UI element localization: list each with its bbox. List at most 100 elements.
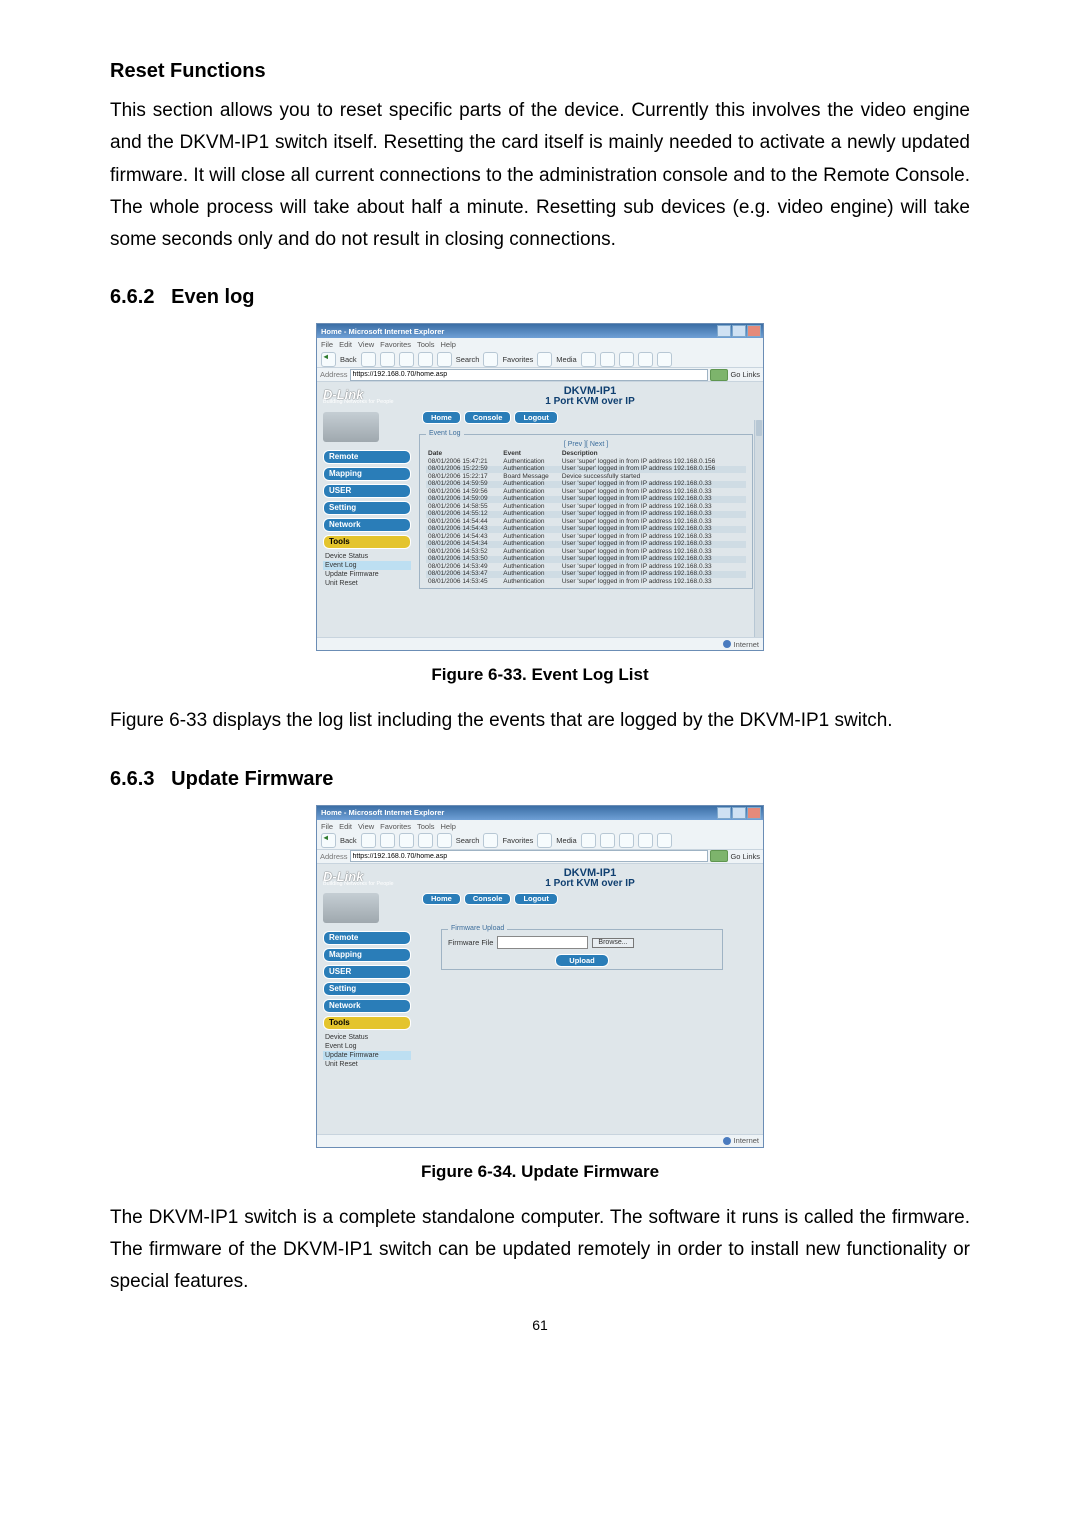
menu-help[interactable]: Help xyxy=(441,823,456,831)
tab-logout[interactable]: Logout xyxy=(514,893,557,906)
tab-home[interactable]: Home xyxy=(422,411,461,424)
ie-menubar-2: File Edit View Favorites Tools Help xyxy=(317,820,763,833)
search-label[interactable]: Search xyxy=(456,356,480,364)
tools-sub-event-log[interactable]: Event Log xyxy=(323,1042,411,1051)
eventlog-panel: Event Log [ Prev ][ Next ] Date Event De… xyxy=(419,434,753,589)
home-icon[interactable] xyxy=(418,352,433,367)
browse-button[interactable]: Browse... xyxy=(592,938,633,948)
menu-view[interactable]: View xyxy=(358,341,374,349)
history-icon[interactable] xyxy=(581,833,596,848)
favorites-icon[interactable] xyxy=(483,833,498,848)
minimize-icon[interactable] xyxy=(717,807,731,819)
para-fig633: Figure 6-33 displays the log list includ… xyxy=(110,705,970,737)
go-button[interactable] xyxy=(710,850,728,862)
firmware-file-input[interactable] xyxy=(497,936,588,949)
sidebar-2: D-Link Building Networks for People Remo… xyxy=(317,864,417,1134)
upload-button[interactable]: Upload xyxy=(555,954,609,967)
home-icon[interactable] xyxy=(418,833,433,848)
tools-sub-device-status[interactable]: Device Status xyxy=(323,552,411,561)
refresh-icon[interactable] xyxy=(399,352,414,367)
favorites-label[interactable]: Favorites xyxy=(502,837,533,845)
menu-favorites[interactable]: Favorites xyxy=(380,341,411,349)
mail-icon[interactable] xyxy=(600,352,615,367)
scrollbar[interactable] xyxy=(754,420,763,637)
search-label[interactable]: Search xyxy=(456,837,480,845)
close-icon[interactable] xyxy=(747,807,761,819)
forward-icon[interactable] xyxy=(361,833,376,848)
sidebar-item-remote[interactable]: Remote xyxy=(323,931,411,945)
page-content-2: D-Link Building Networks for People Remo… xyxy=(317,864,763,1134)
menu-tools[interactable]: Tools xyxy=(417,823,435,831)
favorites-icon[interactable] xyxy=(483,352,498,367)
sidebar-item-network[interactable]: Network xyxy=(323,999,411,1013)
media-label[interactable]: Media xyxy=(556,356,576,364)
edit-icon[interactable] xyxy=(638,352,653,367)
search-icon[interactable] xyxy=(437,352,452,367)
back-icon[interactable]: ◄ xyxy=(321,352,336,367)
menu-edit[interactable]: Edit xyxy=(339,341,352,349)
stop-icon[interactable] xyxy=(380,833,395,848)
tab-logout[interactable]: Logout xyxy=(514,411,557,424)
sidebar-item-setting[interactable]: Setting xyxy=(323,982,411,996)
heading-updatefw: 6.6.3 Update Firmware xyxy=(110,768,970,791)
firmware-row: Firmware File Browse... xyxy=(448,936,716,949)
media-label[interactable]: Media xyxy=(556,837,576,845)
links-label[interactable]: Links xyxy=(742,371,760,379)
address-input[interactable] xyxy=(350,369,709,381)
discuss-icon[interactable] xyxy=(657,352,672,367)
sidebar-item-mapping[interactable]: Mapping xyxy=(323,467,411,481)
back-label[interactable]: Back xyxy=(340,356,357,364)
tools-sub-update-firmware[interactable]: Update Firmware xyxy=(323,1051,411,1060)
stop-icon[interactable] xyxy=(380,352,395,367)
sidebar-item-setting[interactable]: Setting xyxy=(323,501,411,515)
tools-sub-unit-reset[interactable]: Unit Reset xyxy=(323,579,411,588)
menu-file[interactable]: File xyxy=(321,823,333,831)
print-icon[interactable] xyxy=(619,352,634,367)
sidebar-item-tools[interactable]: Tools xyxy=(323,1016,411,1030)
menu-view[interactable]: View xyxy=(358,823,374,831)
links-label[interactable]: Links xyxy=(742,853,760,861)
sidebar-item-network[interactable]: Network xyxy=(323,518,411,532)
address-input[interactable] xyxy=(350,850,709,862)
history-icon[interactable] xyxy=(581,352,596,367)
favorites-label[interactable]: Favorites xyxy=(502,356,533,364)
menu-edit[interactable]: Edit xyxy=(339,823,352,831)
go-button[interactable] xyxy=(710,369,728,381)
sidebar-item-mapping[interactable]: Mapping xyxy=(323,948,411,962)
tab-console[interactable]: Console xyxy=(464,893,512,906)
forward-icon[interactable] xyxy=(361,352,376,367)
tools-sub-device-status[interactable]: Device Status xyxy=(323,1033,411,1042)
tab-console[interactable]: Console xyxy=(464,411,512,424)
close-icon[interactable] xyxy=(747,325,761,337)
media-icon[interactable] xyxy=(537,833,552,848)
menu-help[interactable]: Help xyxy=(441,341,456,349)
back-label[interactable]: Back xyxy=(340,837,357,845)
search-icon[interactable] xyxy=(437,833,452,848)
maximize-icon[interactable] xyxy=(732,325,746,337)
tabs: Home Console Logout xyxy=(417,409,763,424)
refresh-icon[interactable] xyxy=(399,833,414,848)
main-area-2: DKVM-IP1 1 Port KVM over IP Home Console… xyxy=(417,864,763,1134)
back-icon[interactable]: ◄ xyxy=(321,833,336,848)
menu-tools[interactable]: Tools xyxy=(417,341,435,349)
menu-favorites[interactable]: Favorites xyxy=(380,823,411,831)
tools-sub-event-log[interactable]: Event Log xyxy=(323,561,411,570)
sidebar-item-user[interactable]: USER xyxy=(323,484,411,498)
scrollbar-thumb[interactable] xyxy=(756,420,762,436)
para-fig634: The DKVM-IP1 switch is a complete standa… xyxy=(110,1202,970,1299)
media-icon[interactable] xyxy=(537,352,552,367)
maximize-icon[interactable] xyxy=(732,807,746,819)
sidebar-item-tools[interactable]: Tools xyxy=(323,535,411,549)
menu-file[interactable]: File xyxy=(321,341,333,349)
edit-icon[interactable] xyxy=(638,833,653,848)
sidebar-item-user[interactable]: USER xyxy=(323,965,411,979)
eventlog-prevnext[interactable]: [ Prev ][ Next ] xyxy=(426,441,746,448)
tab-home[interactable]: Home xyxy=(422,893,461,906)
discuss-icon[interactable] xyxy=(657,833,672,848)
tools-sub-unit-reset[interactable]: Unit Reset xyxy=(323,1060,411,1069)
print-icon[interactable] xyxy=(619,833,634,848)
minimize-icon[interactable] xyxy=(717,325,731,337)
sidebar-item-remote[interactable]: Remote xyxy=(323,450,411,464)
tools-sub-update-firmware[interactable]: Update Firmware xyxy=(323,570,411,579)
mail-icon[interactable] xyxy=(600,833,615,848)
